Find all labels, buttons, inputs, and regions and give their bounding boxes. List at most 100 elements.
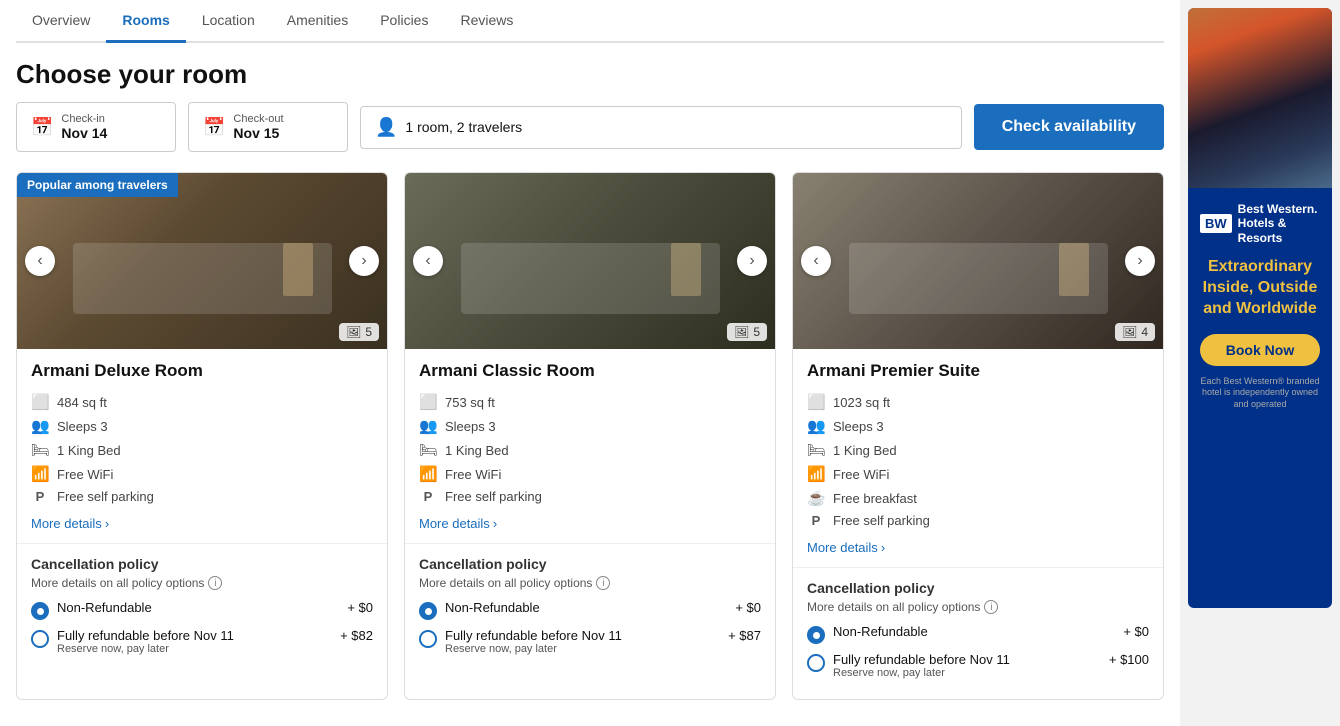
more-details-link-2[interactable]: More details ›	[419, 516, 497, 531]
image-prev-button-1[interactable]: ‹	[25, 246, 55, 276]
radio-refundable-2[interactable]	[419, 630, 437, 648]
cancellation-info-1: More details on all policy options i	[31, 576, 373, 590]
sleeps-2: 👥 Sleeps 3	[419, 417, 761, 435]
tab-rooms[interactable]: Rooms	[106, 0, 185, 43]
wifi-3: 📶 Free WiFi	[807, 465, 1149, 483]
wifi-1: 📶 Free WiFi	[31, 465, 373, 483]
chevron-right-icon-1: ›	[105, 516, 109, 531]
checkin-label: Check-in	[61, 113, 107, 125]
popular-badge: Popular among travelers	[17, 173, 178, 197]
room-image-wrap-2: ‹ › 🖼 5	[405, 173, 775, 349]
wifi-2: 📶 Free WiFi	[419, 465, 761, 483]
policy-option-2-1: Fully refundable before Nov 11 + $87 Res…	[419, 628, 761, 655]
sq-ft-2: ⬜ 753 sq ft	[419, 393, 761, 411]
bed-icon-3: 🛏	[807, 441, 825, 459]
radio-nonrefundable-1[interactable]	[31, 602, 49, 620]
info-icon-1: i	[208, 576, 222, 590]
radio-refundable-1[interactable]	[31, 630, 49, 648]
checkout-field[interactable]: 📅 Check-out Nov 15	[188, 102, 348, 152]
tab-policies[interactable]: Policies	[364, 0, 444, 41]
policy-option-1-1: Fully refundable before Nov 11 + $82 Res…	[31, 628, 373, 655]
person-icon: 👤	[375, 117, 397, 138]
travelers-field[interactable]: 👤 1 room, 2 travelers	[360, 106, 962, 149]
image-next-button-3[interactable]: ›	[1125, 246, 1155, 276]
wifi-icon-1: 📶	[31, 465, 49, 483]
check-availability-button[interactable]: Check availability	[974, 104, 1164, 150]
sq-ft-3: ⬜ 1023 sq ft	[807, 393, 1149, 411]
parking-3: P Free self parking	[807, 513, 1149, 528]
ad-logo: BW Best Western. Hotels & Resorts	[1200, 202, 1320, 245]
image-next-button-2[interactable]: ›	[737, 246, 767, 276]
travelers-value: 1 room, 2 travelers	[405, 119, 522, 135]
image-count-2: 🖼 5	[727, 323, 767, 341]
sleeps-1: 👥 Sleeps 3	[31, 417, 373, 435]
radio-nonrefundable-3[interactable]	[807, 626, 825, 644]
more-details-link-3[interactable]: More details ›	[807, 540, 885, 555]
tab-amenities[interactable]: Amenities	[271, 0, 364, 41]
ad-box: BW Best Western. Hotels & Resorts Extrao…	[1188, 8, 1332, 608]
ad-logo-name: Best Western. Hotels & Resorts	[1238, 202, 1320, 245]
breakfast-icon-3: ☕	[807, 489, 825, 507]
room-name-1: Armani Deluxe Room	[31, 361, 373, 381]
info-icon-2: i	[596, 576, 610, 590]
room-name-3: Armani Premier Suite	[807, 361, 1149, 381]
ad-disclaimer: Each Best Western® branded hotel is inde…	[1200, 376, 1320, 411]
parking-icon-1: P	[31, 489, 49, 504]
nav-tabs: Overview Rooms Location Amenities Polici…	[16, 0, 1164, 43]
checkout-value: Nov 15	[233, 125, 283, 141]
calendar-icon: 📅	[31, 117, 53, 138]
room-image-wrap-1: Popular among travelers ‹ › 🖼 5	[17, 173, 387, 349]
image-count-3: 🖼 4	[1115, 323, 1155, 341]
room-image-wrap-3: ‹ › 🖼 4	[793, 173, 1163, 349]
cancellation-info-2: More details on all policy options i	[419, 576, 761, 590]
radio-refundable-3[interactable]	[807, 654, 825, 672]
calendar-icon-2: 📅	[203, 117, 225, 138]
chevron-right-icon-3: ›	[881, 540, 885, 555]
people-icon-1: 👥	[31, 417, 49, 435]
info-icon-3: i	[984, 600, 998, 614]
image-prev-button-3[interactable]: ‹	[801, 246, 831, 276]
cancellation-info-3: More details on all policy options i	[807, 600, 1149, 614]
bed-3: 🛏 1 King Bed	[807, 441, 1149, 459]
wifi-icon-2: 📶	[419, 465, 437, 483]
image-count-1: 🖼 5	[339, 323, 379, 341]
ad-image	[1188, 8, 1332, 188]
parking-2: P Free self parking	[419, 489, 761, 504]
image-next-button-1[interactable]: ›	[349, 246, 379, 276]
room-card-suite: ‹ › 🖼 4 Armani Premier Suite ⬜ 1023 sq f…	[792, 172, 1164, 700]
policy-option-1-0: Non-Refundable + $0	[31, 600, 373, 620]
checkin-value: Nov 14	[61, 125, 107, 141]
tab-overview[interactable]: Overview	[16, 0, 106, 41]
more-details-link-1[interactable]: More details ›	[31, 516, 109, 531]
bed-1: 🛏 1 King Bed	[31, 441, 373, 459]
parking-1: P Free self parking	[31, 489, 373, 504]
cancellation-title-2: Cancellation policy	[419, 556, 761, 572]
ad-headline: Extraordinary Inside, Outside and Worldw…	[1200, 257, 1320, 319]
sq-ft-1: ⬜ 484 sq ft	[31, 393, 373, 411]
tab-reviews[interactable]: Reviews	[444, 0, 529, 41]
wifi-icon-3: 📶	[807, 465, 825, 483]
checkin-field[interactable]: 📅 Check-in Nov 14	[16, 102, 176, 152]
image-icon-1: 🖼	[346, 325, 361, 339]
people-icon-2: 👥	[419, 417, 437, 435]
sqft-icon-2: ⬜	[419, 393, 437, 411]
ad-logo-bw: BW	[1200, 214, 1232, 233]
radio-nonrefundable-2[interactable]	[419, 602, 437, 620]
parking-icon-2: P	[419, 489, 437, 504]
ad-landscape-image	[1188, 8, 1332, 188]
policy-option-3-1: Fully refundable before Nov 11 + $100 Re…	[807, 652, 1149, 679]
image-prev-button-2[interactable]: ‹	[413, 246, 443, 276]
sleeps-3: 👥 Sleeps 3	[807, 417, 1149, 435]
cancellation-title-1: Cancellation policy	[31, 556, 373, 572]
bed-icon-2: 🛏	[419, 441, 437, 459]
breakfast-3: ☕ Free breakfast	[807, 489, 1149, 507]
sqft-icon-1: ⬜	[31, 393, 49, 411]
room-card-classic: ‹ › 🖼 5 Armani Classic Room ⬜ 753 sq ft …	[404, 172, 776, 700]
policy-option-3-0: Non-Refundable + $0	[807, 624, 1149, 644]
image-icon-3: 🖼	[1122, 325, 1137, 339]
ad-book-button[interactable]: Book Now	[1200, 334, 1320, 366]
availability-bar: 📅 Check-in Nov 14 📅 Check-out Nov 15 👤 1…	[16, 102, 1164, 152]
policy-option-2-0: Non-Refundable + $0	[419, 600, 761, 620]
sqft-icon-3: ⬜	[807, 393, 825, 411]
tab-location[interactable]: Location	[186, 0, 271, 41]
